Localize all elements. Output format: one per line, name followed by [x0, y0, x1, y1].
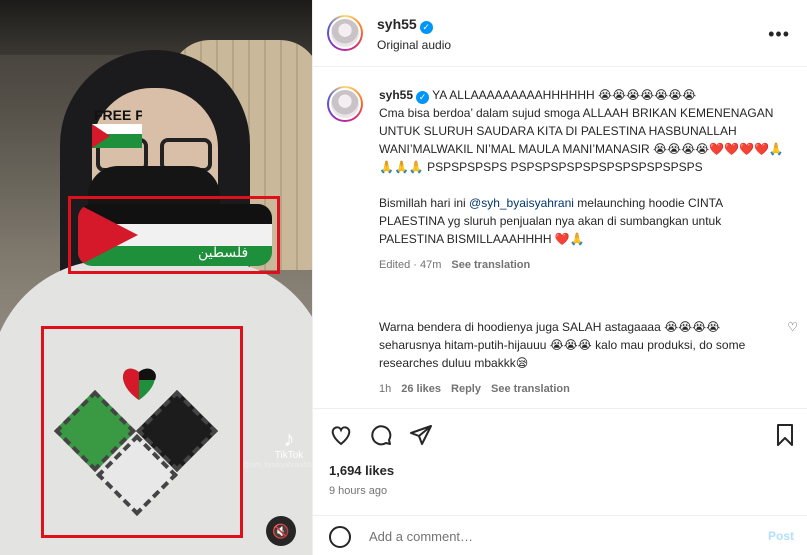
post-button[interactable]: Post	[768, 529, 794, 543]
comments-list[interactable]: syh55 ✓ YA ALLAAAAAAAAAHHHHHH 😭😭😭😭😭😭😭 Cma…	[313, 68, 807, 408]
comment-meta: 1h 26 likes Reply See translation	[379, 380, 779, 398]
verified-icon: ✓	[419, 21, 433, 34]
see-translation-link[interactable]: See translation	[451, 259, 530, 271]
verified-icon: ✓	[416, 91, 430, 104]
save-bookmark-icon[interactable]	[773, 423, 797, 447]
add-comment-input[interactable]: Add a comment…	[369, 529, 473, 544]
post-panel: syh55 ✓ Original audio ••• syh55 ✓ YA ALLA…	[312, 0, 807, 555]
audio-label[interactable]: Original audio	[377, 38, 451, 52]
likes-count[interactable]: 1,694 likes	[329, 463, 394, 478]
caption-p2-pre: Bismillah hari ini	[379, 196, 470, 210]
post-header: syh55 ✓ Original audio •••	[313, 0, 807, 67]
caption-line1: YA ALLAAAAAAAAAHHHHHH 😭😭😭😭😭😭😭	[432, 88, 697, 102]
comment-like-icon[interactable]: ♡	[787, 320, 798, 334]
add-comment-bar: Add a comment… Post	[313, 515, 807, 555]
avatar[interactable]	[327, 15, 363, 51]
like-heart-icon[interactable]	[329, 423, 353, 447]
comment-see-translation[interactable]: See translation	[491, 383, 570, 395]
mention-link[interactable]: @syh_byaisyahrani	[469, 196, 574, 210]
post-media[interactable]: FREE PALESTINE فلسطين ♪ TikTok @syh_byai…	[0, 0, 312, 555]
highlight-box-hoodie	[41, 326, 243, 538]
highlight-box-mask	[68, 196, 280, 274]
edited-label: Edited · 47m	[379, 259, 442, 271]
tiktok-label: TikTok	[274, 450, 304, 461]
header-username[interactable]: syh55	[377, 16, 417, 32]
caption-avatar[interactable]	[327, 86, 363, 122]
tiktok-watermark: ♪ TikTok @syh_byaisyahrani55	[243, 426, 312, 470]
caption-username[interactable]: syh55	[379, 88, 413, 102]
speaker-muted-icon: 🔇	[272, 522, 290, 539]
comment-time: 1h	[379, 383, 392, 395]
reply-button[interactable]: Reply	[451, 383, 481, 395]
caption-meta: Edited · 47m See translation	[379, 256, 789, 274]
free-palestine-sticker: FREE PALESTINE	[92, 107, 142, 148]
emoji-icon[interactable]	[329, 526, 351, 548]
post-time[interactable]: 9 hours ago	[329, 485, 387, 497]
sticker-text: FREE PALESTINE	[94, 107, 142, 123]
caption-line2: Cma bisa berdoa’ dalam sujud smoga ALLAA…	[379, 106, 784, 174]
share-icon[interactable]	[409, 423, 433, 447]
action-bar: 1,694 likes 9 hours ago	[313, 408, 807, 528]
more-options-icon[interactable]: •••	[768, 24, 790, 45]
comment-icon[interactable]	[369, 423, 393, 447]
tiktok-icon: ♪	[283, 426, 295, 451]
caption: syh55 ✓ YA ALLAAAAAAAAAHHHHHH 😭😭😭😭😭😭😭 Cma…	[379, 86, 789, 274]
comment-item: Warna bendera di hoodienya juga SALAH as…	[379, 318, 779, 398]
tiktok-username: @syh_byaisyahrani55	[242, 462, 312, 469]
mute-button[interactable]: 🔇	[266, 516, 296, 546]
comment-likes[interactable]: 26 likes	[401, 383, 441, 395]
comment-text: Warna bendera di hoodienya juga SALAH as…	[379, 320, 746, 370]
